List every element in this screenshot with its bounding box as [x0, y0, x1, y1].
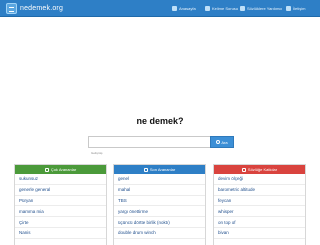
list-item[interactable]: mamma mia	[15, 206, 106, 218]
list-item[interactable]: yargı önettirme	[114, 206, 205, 218]
panel-title: Sözlüğe Katkılar	[247, 167, 278, 172]
list-item[interactable]: double drum winch	[114, 228, 205, 239]
panel-header: Sözlüğe Katkılar	[214, 165, 305, 174]
top-navbar: nedemek.org Anasayfa Kelime Sorusu Sözlü…	[0, 0, 320, 17]
list-icon	[143, 167, 148, 172]
list-item[interactable]: mahal	[114, 185, 205, 196]
page-title: ne demek?	[136, 116, 184, 126]
panel-recent-searches: Son Arananlar genel mahal TBS yargı önet…	[113, 164, 206, 245]
mail-icon	[286, 6, 291, 11]
advanced-search-link[interactable]: Gelişmiş	[91, 151, 103, 155]
nav-label: Anasayfa	[179, 6, 196, 11]
book-icon	[240, 6, 245, 11]
list-item[interactable]: Nanis	[15, 228, 106, 239]
nav-label: İletişim	[293, 6, 306, 11]
panel-header: Çok Arananlar	[15, 165, 106, 174]
panel-contributions: Sözlüğe Katkılar devim ölçeği barometric…	[213, 164, 306, 245]
nav-label: Sözlüklere Yardımcı	[247, 6, 283, 11]
logo-icon	[6, 3, 17, 14]
nav-item-contact[interactable]: İletişim	[286, 3, 305, 14]
list-item[interactable]: TBS	[114, 196, 205, 207]
logo-text: nedemek.org	[20, 5, 64, 12]
list-item[interactable]: feycan	[214, 196, 305, 207]
list-item[interactable]: Püryan	[15, 196, 106, 207]
list-item[interactable]: sukunsuz	[15, 174, 106, 185]
search-input[interactable]	[88, 136, 210, 148]
list-item[interactable]: barometric altitude	[214, 185, 305, 196]
list-icon	[241, 167, 246, 172]
home-icon	[172, 6, 177, 11]
list-item[interactable]: Çirte	[15, 217, 106, 228]
list-icon	[44, 167, 49, 172]
list-item[interactable]: genel	[114, 174, 205, 185]
list-item[interactable]: bivan	[214, 228, 305, 239]
list-item[interactable]: devim ölçeği	[214, 174, 305, 185]
search-form: Ara	[88, 136, 234, 148]
panel-title: Son Arananlar	[149, 167, 176, 172]
list-item[interactable]: on top of	[214, 217, 305, 228]
search-icon	[216, 140, 221, 144]
list-item[interactable]: whisper	[214, 206, 305, 218]
site-logo[interactable]: nedemek.org	[6, 2, 63, 15]
nav-label: Kelime Sorusu	[212, 6, 239, 11]
list-item[interactable]: generle general	[15, 185, 106, 196]
nav-item-question[interactable]: Kelime Sorusu	[205, 3, 238, 14]
panel-most-searched: Çok Arananlar sukunsuz generle general P…	[14, 164, 107, 245]
list-item[interactable]: üçüncü dörtte birlik (noktı)	[114, 217, 205, 228]
question-icon	[205, 6, 210, 11]
search-button[interactable]: Ara	[210, 136, 234, 148]
nav-item-home[interactable]: Anasayfa	[172, 3, 196, 14]
search-button-label: Ara	[221, 139, 228, 145]
panel-header: Son Arananlar	[114, 165, 205, 174]
nav-item-help[interactable]: Sözlüklere Yardımcı	[240, 3, 282, 14]
panel-title: Çok Arananlar	[50, 167, 77, 172]
